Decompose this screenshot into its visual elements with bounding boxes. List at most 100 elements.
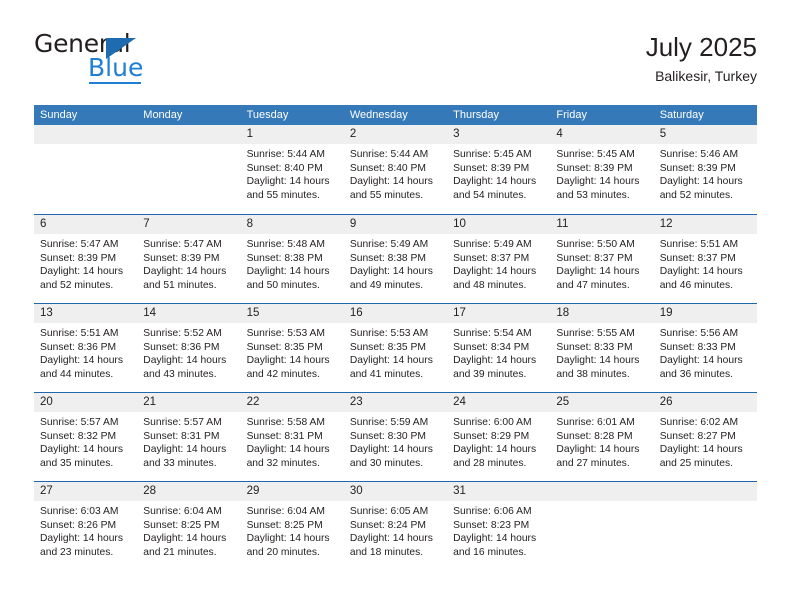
calendar-day-cell[interactable]: 9 Sunrise: 5:49 AM Sunset: 8:38 PM Daylight…: [343, 215, 448, 303]
day-detail-line: Daylight: 14 hours: [659, 444, 743, 456]
day-detail-line: and 42 minutes.: [246, 368, 320, 380]
calendar-day-cell[interactable]: 6 Sunrise: 5:47 AM Sunset: 8:39 PM Daylight…: [34, 215, 138, 303]
day-detail-line: Daylight: 14 hours: [349, 266, 433, 278]
calendar-day-cell[interactable]: 29 Sunrise: 6:04 AM Sunset: 8:25 PM Dayligh…: [240, 482, 344, 570]
day-detail-line: Daylight: 14 hours: [143, 533, 227, 545]
day-detail-line: and 54 minutes.: [453, 189, 527, 201]
calendar-day-cell[interactable]: 8 Sunrise: 5:48 AM Sunset: 8:38 PM Daylight…: [240, 215, 344, 303]
calendar-day-cell[interactable]: 24 Sunrise: 6:00 AM Sunset: 8:29 PM Dayligh…: [447, 393, 551, 481]
day-details: Sunrise: 6:01 AM Sunset: 8:28 PM Daylight:…: [550, 412, 653, 470]
day-detail-line: Sunrise: 5:51 AM: [659, 239, 739, 250]
calendar-day-cell[interactable]: 14 Sunrise: 5:52 AM Sunset: 8:36 PM Dayligh…: [137, 304, 241, 392]
calendar-day-cell[interactable]: 7 Sunrise: 5:47 AM Sunset: 8:39 PM Daylight…: [137, 215, 241, 303]
calendar-week-row: 6 Sunrise: 5:47 AM Sunset: 8:39 PM Daylight…: [34, 214, 757, 303]
calendar-day-cell[interactable]: 18 Sunrise: 5:55 AM Sunset: 8:33 PM Dayligh…: [550, 304, 654, 392]
day-detail-line: Daylight: 14 hours: [556, 266, 640, 278]
day-detail-line: Sunrise: 6:03 AM: [40, 506, 119, 517]
day-number: 23: [343, 393, 448, 412]
calendar-day-cell[interactable]: 21 Sunrise: 5:57 AM Sunset: 8:31 PM Dayligh…: [137, 393, 241, 481]
day-number: 8: [240, 215, 344, 234]
day-details: Sunrise: 6:05 AM Sunset: 8:24 PM Daylight:…: [344, 501, 447, 559]
day-detail-line: Sunset: 8:34 PM: [453, 341, 530, 353]
day-detail-line: Daylight: 14 hours: [556, 444, 640, 456]
day-number: 6: [34, 215, 138, 234]
day-detail-line: and 55 minutes.: [349, 189, 424, 201]
day-detail-line: Daylight: 14 hours: [246, 533, 330, 545]
calendar-day-cell[interactable]: 31 Sunrise: 6:06 AM Sunset: 8:23 PM Dayligh…: [447, 482, 551, 570]
day-number: 30: [343, 482, 448, 501]
day-detail-line: and 28 minutes.: [453, 457, 527, 469]
day-detail-line: Daylight: 14 hours: [143, 266, 227, 278]
day-number: 14: [137, 304, 241, 323]
day-detail-line: Sunrise: 6:04 AM: [246, 506, 325, 517]
day-details: Sunrise: 5:48 AM Sunset: 8:38 PM Daylight:…: [241, 234, 344, 292]
day-detail-line: Daylight: 14 hours: [349, 176, 433, 188]
day-details: Sunrise: 5:49 AM Sunset: 8:38 PM Daylight:…: [344, 234, 447, 292]
calendar-day-cell[interactable]: 17 Sunrise: 5:54 AM Sunset: 8:34 PM Dayligh…: [447, 304, 551, 392]
weekday-header-saturday: Saturday: [659, 109, 704, 121]
day-detail-line: Sunrise: 5:49 AM: [349, 239, 429, 250]
calendar-day-cell[interactable]: 27 Sunrise: 6:03 AM Sunset: 8:26 PM Dayligh…: [34, 482, 138, 570]
day-detail-line: Sunrise: 5:54 AM: [453, 328, 532, 339]
calendar-day-cell[interactable]: 11 Sunrise: 5:50 AM Sunset: 8:37 PM Dayligh…: [550, 215, 654, 303]
calendar-day-cell[interactable]: 19 Sunrise: 5:56 AM Sunset: 8:33 PM Dayligh…: [653, 304, 757, 392]
calendar-day-cell[interactable]: 2 Sunrise: 5:44 AM Sunset: 8:40 PM Daylight…: [343, 125, 448, 214]
day-detail-line: and 25 minutes.: [659, 457, 733, 469]
day-number: [137, 125, 241, 144]
day-detail-line: Sunrise: 5:48 AM: [246, 239, 325, 250]
day-detail-line: Sunset: 8:25 PM: [246, 519, 323, 531]
day-details: Sunrise: 5:58 AM Sunset: 8:31 PM Daylight:…: [241, 412, 344, 470]
day-details: Sunrise: 5:44 AM Sunset: 8:40 PM Daylight:…: [241, 144, 344, 202]
day-detail-line: Sunset: 8:32 PM: [40, 430, 117, 442]
weekday-header-wednesday: Wednesday: [349, 109, 408, 121]
calendar-day-cell[interactable]: 3 Sunrise: 5:45 AM Sunset: 8:39 PM Daylight…: [447, 125, 551, 214]
day-detail-line: Sunrise: 5:44 AM: [349, 149, 429, 160]
day-detail-line: and 38 minutes.: [556, 368, 630, 380]
day-detail-line: Sunrise: 5:46 AM: [659, 149, 739, 160]
day-detail-line: Sunrise: 5:53 AM: [246, 328, 325, 339]
calendar-day-cell[interactable]: 16 Sunrise: 5:53 AM Sunset: 8:35 PM Dayligh…: [343, 304, 448, 392]
weekday-header-monday: Monday: [143, 109, 183, 121]
day-number: 12: [653, 215, 757, 234]
calendar-day-cell[interactable]: 15 Sunrise: 5:53 AM Sunset: 8:35 PM Dayligh…: [240, 304, 344, 392]
day-number: 9: [343, 215, 448, 234]
calendar-day-cell[interactable]: 20 Sunrise: 5:57 AM Sunset: 8:32 PM Dayligh…: [34, 393, 138, 481]
day-detail-line: Daylight: 14 hours: [143, 444, 227, 456]
day-detail-line: Sunset: 8:24 PM: [349, 519, 426, 531]
day-detail-line: Sunrise: 6:02 AM: [659, 417, 739, 428]
calendar-day-cell[interactable]: 30 Sunrise: 6:05 AM Sunset: 8:24 PM Dayligh…: [343, 482, 448, 570]
day-details: Sunrise: 5:59 AM Sunset: 8:30 PM Daylight:…: [344, 412, 447, 470]
calendar-day-cell[interactable]: 13 Sunrise: 5:51 AM Sunset: 8:36 PM Dayligh…: [34, 304, 138, 392]
day-detail-line: Sunrise: 6:00 AM: [453, 417, 532, 428]
day-detail-line: Sunset: 8:25 PM: [143, 519, 220, 531]
calendar-week-row: 13 Sunrise: 5:51 AM Sunset: 8:36 PM Dayligh…: [34, 303, 757, 392]
day-details: Sunrise: 5:52 AM Sunset: 8:36 PM Daylight:…: [137, 323, 240, 381]
day-detail-line: Daylight: 14 hours: [40, 266, 123, 278]
calendar-day-cell[interactable]: 25 Sunrise: 6:01 AM Sunset: 8:28 PM Dayligh…: [550, 393, 654, 481]
calendar-day-cell[interactable]: 28 Sunrise: 6:04 AM Sunset: 8:25 PM Dayligh…: [137, 482, 241, 570]
day-detail-line: Sunset: 8:36 PM: [40, 341, 117, 353]
calendar-day-cell[interactable]: 22 Sunrise: 5:58 AM Sunset: 8:31 PM Dayligh…: [240, 393, 344, 481]
calendar-day-cell[interactable]: 4 Sunrise: 5:45 AM Sunset: 8:39 PM Daylight…: [550, 125, 654, 214]
day-number: 11: [550, 215, 654, 234]
day-number: 2: [343, 125, 448, 144]
logo-blue-text: Blue: [88, 53, 144, 82]
day-detail-line: Sunset: 8:29 PM: [453, 430, 530, 442]
day-detail-line: Sunset: 8:38 PM: [349, 252, 426, 264]
day-number: 24: [447, 393, 551, 412]
day-detail-line: Sunset: 8:37 PM: [556, 252, 633, 264]
calendar-day-cell[interactable]: 26 Sunrise: 6:02 AM Sunset: 8:27 PM Dayligh…: [653, 393, 757, 481]
calendar-day-cell[interactable]: 23 Sunrise: 5:59 AM Sunset: 8:30 PM Dayligh…: [343, 393, 448, 481]
calendar-day-cell-empty: [653, 482, 757, 570]
calendar-day-cell[interactable]: 5 Sunrise: 5:46 AM Sunset: 8:39 PM Daylight…: [653, 125, 757, 214]
day-details: Sunrise: 5:46 AM Sunset: 8:39 PM Daylight:…: [654, 144, 757, 202]
day-detail-line: Daylight: 14 hours: [659, 176, 743, 188]
calendar-day-cell[interactable]: 12 Sunrise: 5:51 AM Sunset: 8:37 PM Dayligh…: [653, 215, 757, 303]
day-detail-line: Sunset: 8:35 PM: [349, 341, 426, 353]
day-detail-line: Sunrise: 6:01 AM: [556, 417, 635, 428]
day-number: 25: [550, 393, 654, 412]
calendar-day-cell[interactable]: 1 Sunrise: 5:44 AM Sunset: 8:40 PM Daylight…: [240, 125, 344, 214]
calendar-day-cell[interactable]: 10 Sunrise: 5:49 AM Sunset: 8:37 PM Dayligh…: [447, 215, 551, 303]
day-number: [550, 482, 654, 501]
day-detail-line: Sunrise: 5:47 AM: [40, 239, 119, 250]
